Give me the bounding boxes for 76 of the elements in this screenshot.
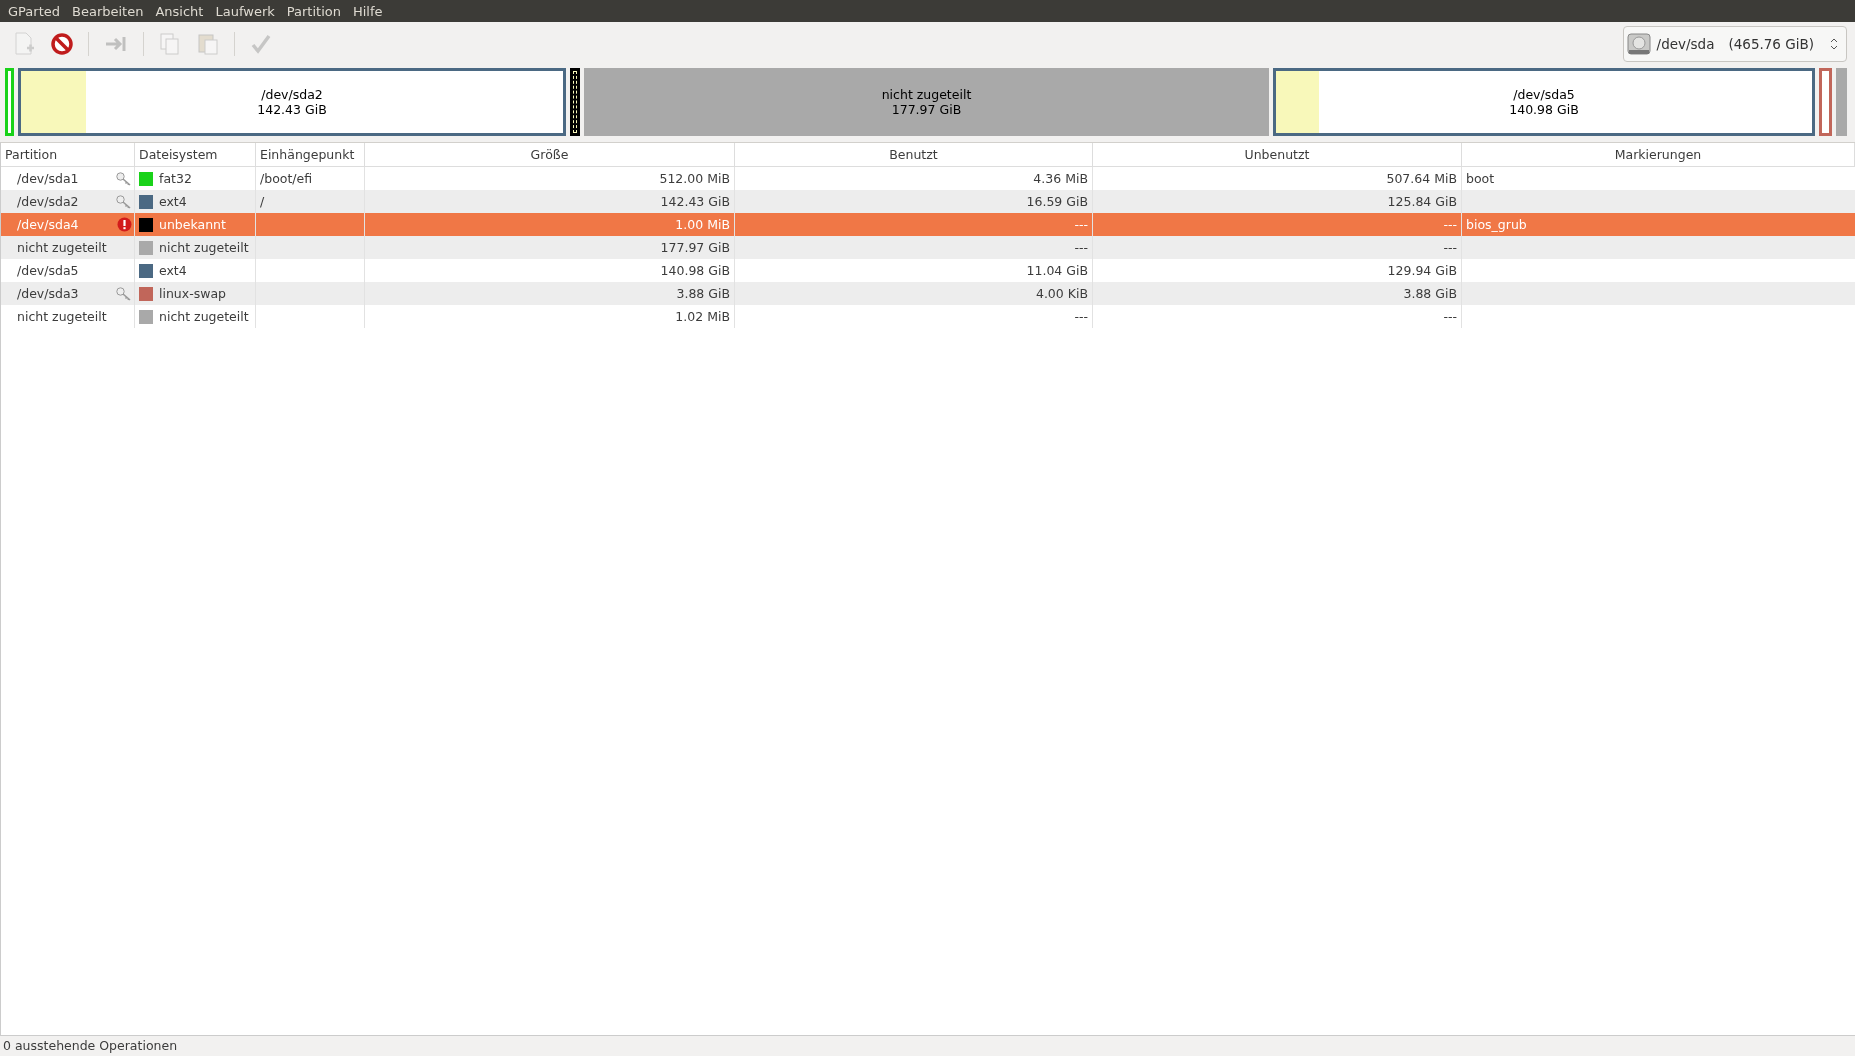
partition-segment[interactable]: /dev/sda2 142.43 GiB xyxy=(18,68,566,136)
status-text: 0 ausstehende Operationen xyxy=(3,1038,178,1053)
table-cell: ext4 xyxy=(159,263,187,278)
table-cell: 1.00 MiB xyxy=(675,217,730,232)
partition-row[interactable]: nicht zugeteilt nicht zugeteilt 1.02 MiB --- --- xyxy=(1,305,1855,328)
menu-item[interactable]: Ansicht xyxy=(149,3,210,19)
column-header[interactable]: Partition xyxy=(1,143,135,166)
table-cell: --- xyxy=(1443,240,1457,255)
partition-row[interactable]: nicht zugeteilt nicht zugeteilt 177.97 GiB --- --- xyxy=(1,236,1855,259)
table-cell-text: /dev/sda4 xyxy=(17,217,80,232)
table-cell: boot xyxy=(1466,171,1495,186)
unallocated-segment[interactable]: nicht zugeteilt 177.97 GiB xyxy=(584,68,1269,136)
column-header[interactable]: Unbenutzt xyxy=(1093,143,1462,166)
column-header[interactable]: Benutzt xyxy=(735,143,1093,166)
segment-size: 142.43 GiB xyxy=(257,102,327,117)
partition-row[interactable]: /dev/sda3 linux-swap 3.88 GiB 4.00 KiB 3.88 GiB xyxy=(1,282,1855,305)
unknown-segment[interactable] xyxy=(570,68,580,136)
table-cell-text: /dev/sda5 xyxy=(17,263,80,278)
table-cell: --- xyxy=(1443,217,1457,232)
table-cell: 129.94 GiB xyxy=(1387,263,1457,278)
table-cell: bios_grub xyxy=(1466,217,1527,232)
menu-item[interactable]: GParted xyxy=(2,3,66,19)
delete-icon xyxy=(51,33,73,55)
segment-label: /dev/sda5 xyxy=(1512,87,1576,102)
table-cell: --- xyxy=(1074,217,1088,232)
partition-segment[interactable]: /dev/sda5 140.98 GiB xyxy=(1273,68,1815,136)
column-header[interactable]: Einhängepunkt xyxy=(256,143,365,166)
table-cell-text: /dev/sda1 xyxy=(17,171,80,186)
device-selector[interactable]: /dev/sda (465.76 GiB) xyxy=(1622,26,1847,62)
table-cell-text: /dev/sda3 xyxy=(17,286,80,301)
table-cell: --- xyxy=(1074,309,1088,324)
menu-item[interactable]: Laufwerk xyxy=(209,3,281,19)
segment-label: nicht zugeteilt xyxy=(881,87,972,102)
table-cell: 140.98 GiB xyxy=(660,263,730,278)
partition-segment[interactable] xyxy=(5,68,14,136)
table-cell: 4.00 KiB xyxy=(1035,286,1088,301)
table-cell: --- xyxy=(1443,309,1457,324)
column-header[interactable]: Größe xyxy=(365,143,735,166)
partition-row[interactable]: /dev/sda2 ext4 / 142.43 GiB 16.59 GiB 125.84 GiB xyxy=(1,190,1855,213)
table-cell: ext4 xyxy=(159,194,187,209)
table-cell: 11.04 GiB xyxy=(1026,263,1088,278)
segment-size: 140.98 GiB xyxy=(1509,102,1579,117)
table-cell: fat32 xyxy=(159,171,192,186)
new-document-icon xyxy=(13,32,35,56)
menu-item[interactable]: Bearbeiten xyxy=(66,3,150,19)
spinner-arrows-icon xyxy=(1830,37,1838,51)
table-cell: --- xyxy=(1074,240,1088,255)
table-cell: 3.88 GiB xyxy=(1403,286,1457,301)
table-cell: 507.64 MiB xyxy=(1386,171,1457,186)
table-cell: linux-swap xyxy=(159,286,227,301)
partition-segment[interactable] xyxy=(1819,68,1832,136)
column-header[interactable]: Markierungen xyxy=(1462,143,1855,166)
table-cell: unbekannt xyxy=(159,217,226,232)
table-cell: 1.02 MiB xyxy=(675,309,730,324)
segment-label: /dev/sda2 xyxy=(260,87,324,102)
copy-icon xyxy=(159,32,181,56)
table-cell-text: nicht zugeteilt xyxy=(17,240,108,255)
table-cell: 177.97 GiB xyxy=(660,240,730,255)
table-cell: 4.36 MiB xyxy=(1033,171,1088,186)
table-cell: 16.59 GiB xyxy=(1026,194,1088,209)
table-cell: 125.84 GiB xyxy=(1387,194,1457,209)
table-cell: nicht zugeteilt xyxy=(159,240,249,255)
table-cell: 512.00 MiB xyxy=(659,171,730,186)
table-cell: 3.88 GiB xyxy=(676,286,730,301)
paste-icon xyxy=(197,32,219,56)
table-cell-text: /dev/sda2 xyxy=(17,194,80,209)
table-cell-text: nicht zugeteilt xyxy=(17,309,108,324)
menu-item[interactable]: Hilfe xyxy=(346,3,389,19)
table-cell: / xyxy=(260,194,265,209)
table-cell: 142.43 GiB xyxy=(660,194,730,209)
checkmark-icon xyxy=(250,33,272,55)
table-cell: nicht zugeteilt xyxy=(159,309,249,324)
segment-size: 177.97 GiB xyxy=(890,102,963,117)
menu-item[interactable]: Partition xyxy=(280,3,347,19)
column-header[interactable]: Dateisystem xyxy=(135,143,256,166)
table-cell: /boot/efi xyxy=(260,171,313,186)
